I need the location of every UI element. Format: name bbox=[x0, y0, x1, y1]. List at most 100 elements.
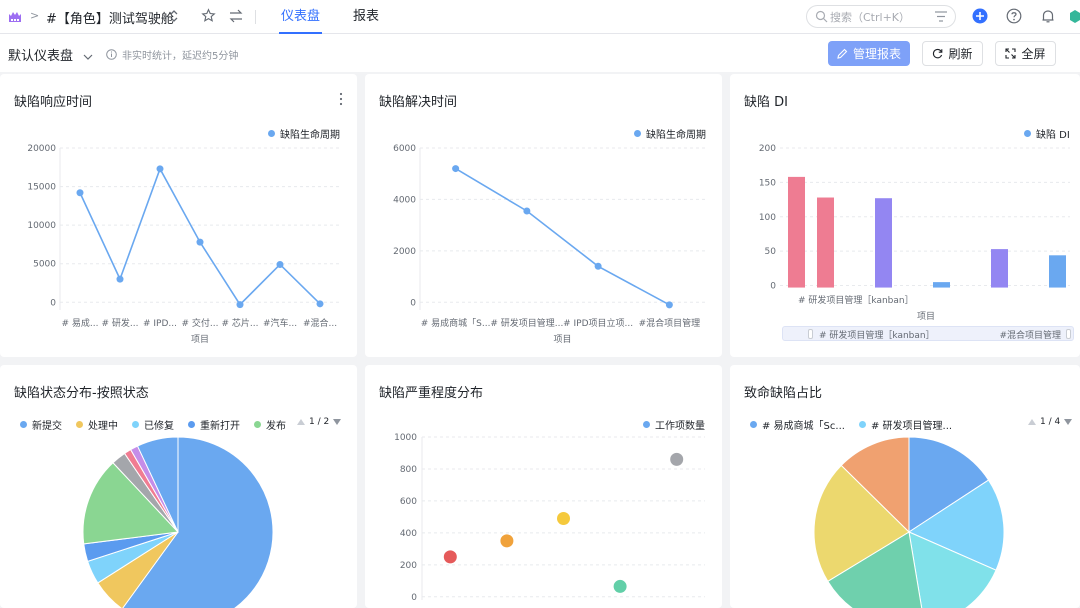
defect-di-bar-chart: 0 50 100 150 200 # 研发项目管理［kanban］项目 bbox=[759, 144, 1070, 322]
project-name[interactable]: #【角色】测试驾驶舱 bbox=[46, 8, 174, 27]
refresh-icon bbox=[933, 48, 943, 59]
scroll-handle-right[interactable] bbox=[1066, 329, 1071, 339]
bar bbox=[875, 198, 892, 288]
search-icon bbox=[815, 10, 828, 23]
bar bbox=[933, 282, 950, 288]
x-tick-label: #混合... bbox=[303, 317, 337, 329]
x-axis-label: 项目 bbox=[917, 311, 935, 322]
fullscreen-button[interactable]: 全屏 bbox=[995, 41, 1056, 66]
x-tick-label: # 易成商城「S... bbox=[421, 317, 491, 329]
scatter-point bbox=[557, 512, 570, 525]
x-tick-label: # IPD项目立项... bbox=[563, 317, 633, 329]
series-line bbox=[79, 166, 321, 306]
data-point bbox=[594, 262, 602, 270]
scatter-point bbox=[500, 534, 514, 548]
y-tick-label: 6000 bbox=[393, 144, 416, 154]
card-resolve-time: 缺陷解决时间 缺陷生命周期 0 2000 4000 6000 # 易成商城「S... # … bbox=[365, 74, 722, 357]
x-tick-label: # 交付... bbox=[182, 317, 219, 329]
data-point bbox=[276, 260, 284, 268]
resolve-time-line-chart: 0 2000 4000 6000 # 易成商城「S... # 研发项目管理... # IPD… bbox=[393, 144, 705, 345]
y-tick-label: 600 bbox=[400, 497, 417, 507]
bar bbox=[817, 197, 834, 288]
manage-reports-button[interactable]: 管理报表 bbox=[828, 41, 910, 66]
search-input[interactable]: 搜索（Ctrl+K） bbox=[806, 5, 956, 28]
x-axis-label: 项目 bbox=[553, 334, 571, 345]
x-tick-label: #混合项目管理 bbox=[639, 317, 701, 329]
scroll-range-start: # 研发项目管理［kanban］ bbox=[819, 331, 935, 341]
data-point bbox=[236, 301, 244, 309]
y-tick-label: 800 bbox=[400, 465, 417, 475]
scatter-point bbox=[670, 452, 684, 466]
manage-reports-label: 管理报表 bbox=[852, 47, 901, 61]
y-tick-label: 400 bbox=[400, 529, 417, 539]
info-icon bbox=[106, 49, 117, 60]
fullscreen-label: 全屏 bbox=[1021, 47, 1046, 61]
x-tick-label: # 芯片... bbox=[222, 317, 259, 329]
series-line bbox=[455, 167, 670, 306]
data-point bbox=[116, 275, 124, 283]
edit-icon bbox=[837, 48, 848, 59]
star-icon[interactable] bbox=[201, 8, 216, 23]
chevron-down-icon bbox=[83, 54, 93, 60]
y-tick-label: 50 bbox=[765, 247, 777, 257]
y-tick-label: 1000 bbox=[394, 433, 417, 443]
x-tick-label: # IPD... bbox=[143, 319, 177, 329]
info-note: 非实时统计，延迟约5分钟 bbox=[106, 47, 238, 62]
avatar[interactable] bbox=[1070, 8, 1080, 24]
divider bbox=[255, 10, 256, 24]
filter-icon[interactable] bbox=[935, 11, 947, 22]
data-point bbox=[665, 301, 673, 309]
data-point bbox=[523, 207, 531, 215]
bell-icon[interactable] bbox=[1040, 8, 1056, 24]
transfer-icon[interactable] bbox=[229, 9, 243, 23]
dashboard-toolbar: 默认仪表盘 非实时统计，延迟约5分钟 管理报表 刷新 全屏 bbox=[0, 34, 1080, 72]
x-tick-label: # 研发项目管理［kanban］ bbox=[798, 294, 914, 306]
project-castle-icon[interactable] bbox=[8, 9, 22, 23]
card-defect-di: 缺陷 DI 缺陷 DI 0 50 100 150 200 # 研发项目管理［kanban］… bbox=[730, 74, 1080, 357]
fullscreen-icon bbox=[1005, 48, 1017, 59]
y-tick-label: 20000 bbox=[27, 144, 56, 154]
dashboard-select[interactable]: 默认仪表盘 bbox=[8, 45, 93, 64]
data-point bbox=[76, 189, 84, 197]
y-tick-label: 4000 bbox=[393, 195, 416, 205]
bar bbox=[788, 176, 805, 288]
y-tick-label: 2000 bbox=[393, 247, 416, 257]
tab-reports[interactable]: 报表 bbox=[351, 0, 381, 34]
y-tick-label: 15000 bbox=[27, 183, 56, 193]
dashboard-select-label: 默认仪表盘 bbox=[8, 49, 74, 64]
status-pie-chart bbox=[82, 436, 274, 608]
info-text: 非实时统计，延迟约5分钟 bbox=[122, 51, 239, 62]
card-fatal-ratio: 致命缺陷占比 # 易成商城「Sc... # 研发项目管理... 1 / 4 bbox=[730, 365, 1080, 608]
x-axis-label: 项目 bbox=[191, 334, 209, 345]
y-tick-label: 0 bbox=[410, 298, 416, 308]
card-severity-distribution: 缺陷严重程度分布 工作项数量 0 200 400 600 800 1000 bbox=[365, 365, 722, 608]
x-tick-label: # 研发... bbox=[102, 317, 139, 329]
search-placeholder: 搜索（Ctrl+K） bbox=[830, 11, 911, 24]
response-time-line-chart: 0 5000 10000 15000 20000 # 易成... # 研发... # IPD.… bbox=[27, 144, 340, 345]
data-point bbox=[196, 238, 204, 246]
data-point bbox=[452, 165, 460, 173]
scatter-point bbox=[443, 550, 457, 564]
fatal-pie-chart bbox=[813, 436, 1005, 608]
help-icon[interactable] bbox=[1006, 8, 1022, 24]
scroll-range-end: #混合项目管理 bbox=[999, 331, 1061, 341]
tab-dashboard[interactable]: 仪表盘 bbox=[279, 0, 323, 34]
y-tick-label: 0 bbox=[50, 298, 56, 308]
y-tick-label: 5000 bbox=[33, 260, 56, 270]
x-tick-label: # 易成... bbox=[62, 317, 99, 329]
y-tick-label: 200 bbox=[759, 144, 776, 154]
x-tick-label: #汽车... bbox=[263, 317, 297, 329]
bar bbox=[1049, 255, 1066, 288]
scatter-point bbox=[613, 579, 627, 593]
refresh-button[interactable]: 刷新 bbox=[922, 41, 983, 66]
refresh-label: 刷新 bbox=[948, 47, 973, 61]
chart-zoom-scrollbar[interactable]: # 研发项目管理［kanban］ #混合项目管理 bbox=[782, 326, 1074, 341]
y-tick-label: 0 bbox=[411, 593, 417, 603]
bar bbox=[991, 249, 1008, 288]
add-icon[interactable] bbox=[972, 8, 988, 24]
y-tick-label: 100 bbox=[759, 213, 776, 223]
top-bar: > #【角色】测试驾驶舱 仪表盘 报表 搜索（Ctrl+K） bbox=[0, 0, 1080, 34]
scroll-handle-left[interactable] bbox=[808, 329, 813, 339]
data-point bbox=[316, 300, 324, 308]
switch-project-icon[interactable] bbox=[168, 9, 180, 23]
